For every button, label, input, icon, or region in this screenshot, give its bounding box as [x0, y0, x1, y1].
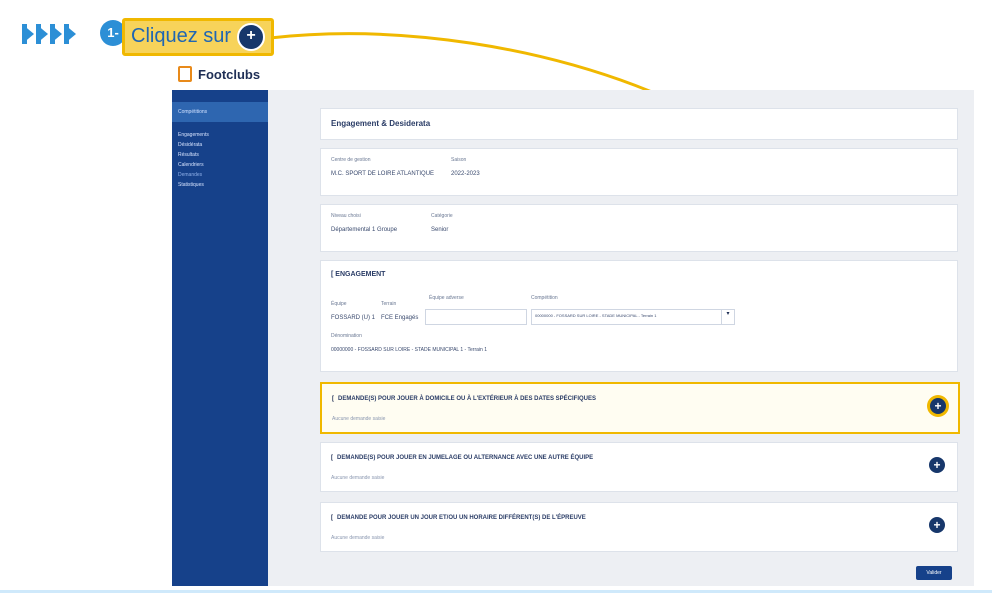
sidebar-item-resultats[interactable]: Résultats — [172, 150, 268, 160]
level-label-1: Niveau choisi — [331, 213, 361, 219]
opponent-input[interactable] — [425, 309, 527, 325]
competition-select-value: 00000000 - FOSSARD SUR LOIRE - STADE MUN… — [535, 313, 657, 318]
section-title-1-text: DEMANDE(S) POUR JOUER À DOMICILE OU À L'… — [338, 396, 597, 402]
section-title-3-text: DEMANDE POUR JOUER UN JOUR ET/OU UN HORA… — [337, 515, 586, 521]
engagement-card: [ ENGAGEMENT Équipe FOSSARD (U) 1 Terrai… — [320, 260, 958, 372]
info-label-1: Centre de gestion — [331, 157, 371, 163]
add-request-button-3[interactable]: + — [929, 517, 945, 533]
opponent-label: Équipe adverse — [429, 295, 464, 301]
section-title-1: [DEMANDE(S) POUR JOUER À DOMICILE OU À L… — [332, 396, 597, 402]
level-card: Niveau choisi Départemental 1 Groupe Cat… — [320, 204, 958, 252]
app-logo: Footclubs — [178, 66, 260, 82]
level-value-2: Senior — [431, 227, 449, 233]
add-request-button-1[interactable]: + — [930, 398, 946, 414]
team-label: Équipe — [331, 301, 347, 307]
engagement-title: [ ENGAGEMENT — [331, 271, 386, 278]
section-jour-horaire: [DEMANDE POUR JOUER UN JOUR ET/OU UN HOR… — [320, 502, 958, 552]
team-value: FOSSARD (U) 1 — [331, 315, 376, 321]
tutorial-chevrons — [22, 24, 78, 44]
section-title-3: [DEMANDE POUR JOUER UN JOUR ET/OU UN HOR… — [331, 515, 586, 521]
info-value-2: 2022-2023 — [451, 171, 480, 177]
chevron-down-icon[interactable]: ▾ — [721, 309, 735, 325]
logo-icon — [178, 66, 192, 82]
competition-select[interactable]: 00000000 - FOSSARD SUR LOIRE - STADE MUN… — [531, 309, 733, 325]
section-jumelage: [DEMANDE(S) POUR JOUER EN JUMELAGE OU AL… — [320, 442, 958, 492]
level-label-2: Catégorie — [431, 213, 453, 219]
denomination-value: 00000000 - FOSSARD SUR LOIRE - STADE MUN… — [331, 347, 487, 353]
section-title-2: [DEMANDE(S) POUR JOUER EN JUMELAGE OU AL… — [331, 455, 594, 461]
section-title-2-text: DEMANDE(S) POUR JOUER EN JUMELAGE OU ALT… — [337, 455, 594, 461]
section-sub-3: Aucune demande saisie — [331, 535, 385, 541]
sidebar-item-calendriers[interactable]: Calendriers — [172, 160, 268, 170]
add-request-button-2[interactable]: + — [929, 457, 945, 473]
page-header-card: Engagement & Desiderata — [320, 108, 958, 140]
page-title: Engagement & Desiderata — [331, 119, 431, 128]
tutorial-callout: Cliquez sur + — [122, 18, 274, 56]
sidebar: Compétitions Engagements Désidérata Résu… — [172, 90, 268, 586]
plus-icon: + — [237, 23, 265, 51]
validate-button[interactable]: Valider — [916, 566, 952, 580]
main-content: Engagement & Desiderata Centre de gestio… — [268, 90, 974, 586]
bottom-divider — [0, 590, 992, 593]
sidebar-item-engagements[interactable]: Engagements — [172, 130, 268, 140]
section-sub-1: Aucune demande saisie — [332, 416, 386, 422]
field-value: FCE Engagés — [381, 315, 419, 321]
engagement-title-text: ENGAGEMENT — [335, 271, 386, 278]
denomination-label: Dénomination — [331, 333, 362, 339]
field-label: Terrain — [381, 301, 397, 307]
logo-text: Footclubs — [198, 66, 261, 82]
sidebar-item-demandes[interactable]: Demandes — [172, 170, 268, 180]
sidebar-item-statistiques[interactable]: Statistiques — [172, 180, 268, 190]
info-value-1: M.C. SPORT DE LOIRE ATLANTIQUE — [331, 171, 435, 177]
info-label-2: Saison — [451, 157, 467, 163]
competition-label: Compétition — [531, 295, 558, 301]
info-card: Centre de gestion M.C. SPORT DE LOIRE AT… — [320, 148, 958, 196]
callout-text: Cliquez sur — [131, 25, 232, 47]
sidebar-header[interactable]: Compétitions — [172, 102, 268, 122]
section-dates-specifiques: [DEMANDE(S) POUR JOUER À DOMICILE OU À L… — [320, 382, 960, 434]
app-frame: Compétitions Engagements Désidérata Résu… — [172, 90, 974, 586]
section-sub-2: Aucune demande saisie — [331, 475, 385, 481]
sidebar-item-desiderata[interactable]: Désidérata — [172, 140, 268, 150]
level-value-1: Départemental 1 Groupe — [331, 227, 398, 233]
